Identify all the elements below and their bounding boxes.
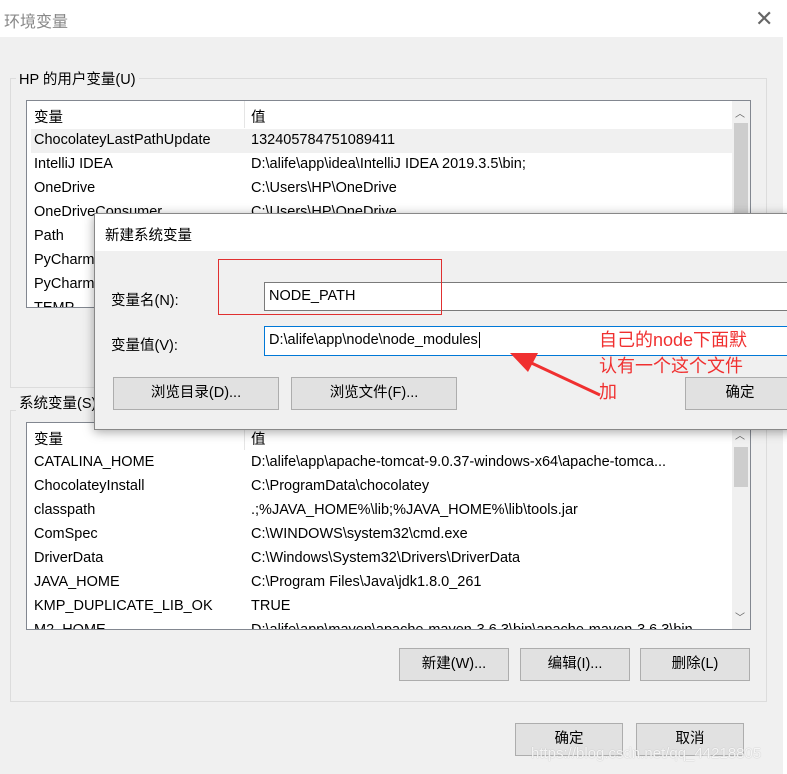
annotation-highlight-box [218, 259, 442, 315]
close-icon[interactable]: ✕ [755, 6, 773, 32]
variable-name: classpath [34, 502, 96, 518]
variable-value: C:\ProgramData\chocolatey [251, 478, 430, 494]
variable-value-label: 变量值(V): [111, 338, 178, 354]
scrollbar[interactable]: ︿ ﹀ [732, 423, 750, 629]
table-row[interactable]: OneDrive C:\Users\HP\OneDrive [31, 177, 732, 201]
variable-name: ChocolateyLastPathUpdate [34, 132, 211, 148]
scroll-thumb[interactable] [734, 447, 748, 487]
variable-value: .;%JAVA_HOME%\lib;%JAVA_HOME%\lib\tools.… [251, 502, 578, 518]
table-row[interactable]: ChocolateyLastPathUpdate 1324057847510894… [31, 129, 732, 153]
scroll-down-icon[interactable]: ﹀ [735, 609, 745, 624]
column-header-value[interactable]: 值 [251, 428, 266, 449]
table-row[interactable]: JAVA_HOME C:\Program Files\Java\jdk1.8.0_… [31, 571, 732, 595]
dialog-title-bar [95, 214, 787, 251]
delete-button[interactable]: 删除(L) [640, 648, 750, 681]
table-row[interactable]: ChocolateyInstall C:\ProgramData\chocolat… [31, 475, 732, 499]
list-header: 变量 值 [27, 101, 732, 128]
edit-button[interactable]: 编辑(I)... [520, 648, 630, 681]
variable-value: TRUE [251, 598, 291, 614]
new-button[interactable]: 新建(W)... [399, 648, 509, 681]
variable-value: C:\Users\HP\OneDrive [251, 180, 397, 196]
scroll-up-icon[interactable]: ︿ [735, 105, 745, 120]
system-vars-list[interactable]: 变量 值 CATALINA_HOME D:\alife\app\apache-to… [26, 422, 751, 630]
table-row[interactable]: ComSpec C:\WINDOWS\system32\cmd.exe [31, 523, 732, 547]
variable-name: ChocolateyInstall [34, 478, 145, 494]
variable-name: IntelliJ IDEA [34, 156, 113, 172]
variable-name: ComSpec [34, 526, 98, 542]
variable-value: C:\Windows\System32\Drivers\DriverData [251, 550, 521, 566]
table-row[interactable]: classpath .;%JAVA_HOME%\lib;%JAVA_HOME%\l… [31, 499, 732, 523]
browse-directory-button[interactable]: 浏览目录(D)... [113, 377, 279, 410]
table-row[interactable]: DriverData C:\Windows\System32\Drivers\Dr… [31, 547, 732, 571]
variable-name-label: 变量名(N): [111, 293, 179, 309]
watermark: https://blog.csdn.net/qq_44218805 [531, 745, 762, 762]
variable-name: Path [34, 228, 64, 244]
variable-name: M2_HOME [34, 622, 106, 630]
table-row[interactable]: KMP_DUPLICATE_LIB_OK TRUE [31, 595, 732, 619]
window-title: 环境变量 [4, 14, 69, 31]
variable-value: D:\alife\app\idea\IntelliJ IDEA 2019.3.5… [251, 156, 526, 172]
variable-name: CATALINA_HOME [34, 454, 155, 470]
annotation-line: 自己的node下面默 [599, 330, 748, 350]
variable-name: OneDrive [34, 180, 96, 196]
table-row[interactable]: M2_HOME D:\alife\app\maven\apache-maven-3… [31, 619, 732, 630]
annotation-line: 加 [599, 382, 617, 402]
user-vars-label: HP 的用户变量(U) [16, 68, 139, 89]
variable-name: DriverData [34, 550, 104, 566]
variable-name: KMP_DUPLICATE_LIB_OK [34, 598, 213, 614]
variable-value: C:\WINDOWS\system32\cmd.exe [251, 526, 468, 542]
browse-file-button[interactable]: 浏览文件(F)... [291, 377, 457, 410]
annotation-text: 自己的node下面默 认有一个这个文件 加 [599, 327, 747, 405]
column-header-name[interactable]: 变量 [34, 428, 63, 449]
variable-value: 132405784751089411 [251, 132, 396, 148]
annotation-line: 认有一个这个文件 [599, 356, 743, 376]
variable-value: C:\Program Files\Java\jdk1.8.0_261 [251, 574, 482, 590]
variable-value-text: D:\alife\app\node\node_modules [269, 332, 478, 348]
variable-value: D:\alife\app\maven\apache-maven-3.6.3\bi… [251, 622, 693, 630]
system-vars-label: 系统变量(S) [16, 392, 100, 413]
variable-name: PyCharm [34, 276, 95, 292]
variable-name: TEMP [34, 300, 75, 308]
table-row[interactable]: CATALINA_HOME D:\alife\app\apache-tomcat-… [31, 451, 732, 475]
variable-name: PyCharm [34, 252, 95, 268]
variable-value: D:\alife\app\apache-tomcat-9.0.37-window… [251, 454, 667, 470]
title-bar [0, 0, 783, 37]
variable-name: JAVA_HOME [34, 574, 120, 590]
column-header-name[interactable]: 变量 [34, 106, 63, 127]
column-header-value[interactable]: 值 [251, 106, 266, 127]
annotation-arrow-icon [510, 353, 601, 397]
dialog-title: 新建系统变量 [105, 228, 192, 244]
table-row[interactable]: IntelliJ IDEA D:\alife\app\idea\IntelliJ … [31, 153, 732, 177]
